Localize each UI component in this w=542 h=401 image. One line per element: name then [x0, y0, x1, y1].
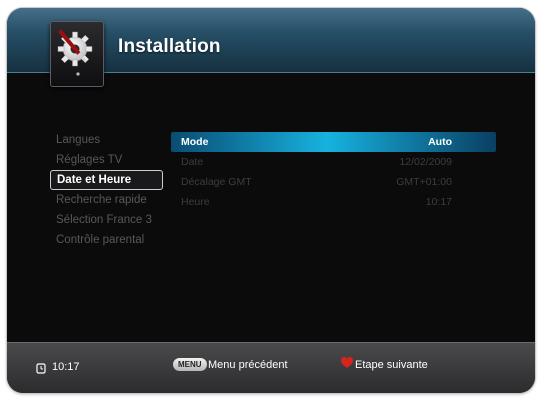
settings-rows: Mode Auto Date 12/02/2009 Décalage GMT G… [171, 132, 496, 212]
setting-label: Décalage GMT [181, 176, 252, 188]
footer-bar: 10:17 MENU Menu précédent Etape suivante [7, 342, 535, 393]
setting-label: Heure [181, 196, 210, 208]
setting-row-mode[interactable]: Mode Auto [171, 132, 496, 152]
menu-item-controle-parental[interactable]: Contrôle parental [50, 230, 163, 250]
setting-row-decalage-gmt[interactable]: Décalage GMT GMT+01:00 [171, 172, 496, 192]
setting-label: Date [181, 156, 204, 168]
clock-icon [36, 363, 46, 374]
installation-logo [50, 21, 104, 87]
menu-item-date-et-heure[interactable]: Date et Heure [50, 170, 163, 190]
next-step-label: Etape suivante [355, 359, 428, 371]
menu-item-langues[interactable]: Langues [50, 130, 163, 150]
setting-value: Auto [428, 136, 452, 148]
red-button-icon[interactable] [341, 357, 353, 369]
clock-time: 10:17 [52, 361, 80, 373]
settings-menu: Langues Réglages TV Date et Heure Recher… [50, 130, 163, 250]
menu-item-reglages-tv[interactable]: Réglages TV [50, 150, 163, 170]
menu-previous-label: Menu précédent [208, 359, 288, 371]
setting-label: Mode [181, 136, 209, 148]
setting-value: 10:17 [425, 196, 452, 208]
setting-value: GMT+01:00 [396, 176, 452, 188]
gear-screwdriver-icon [57, 29, 93, 76]
setting-value: 12/02/2009 [399, 156, 452, 168]
setting-row-heure[interactable]: Heure 10:17 [171, 192, 496, 212]
menu-item-recherche-rapide[interactable]: Recherche rapide [50, 190, 163, 210]
menu-item-selection-france-3[interactable]: Sélection France 3 [50, 210, 163, 230]
page-title: Installation [118, 36, 221, 57]
setting-row-date[interactable]: Date 12/02/2009 [171, 152, 496, 172]
menu-key-icon[interactable]: MENU [173, 358, 207, 371]
tv-screen: Installation Langues Réglages TV Date et… [7, 8, 535, 393]
